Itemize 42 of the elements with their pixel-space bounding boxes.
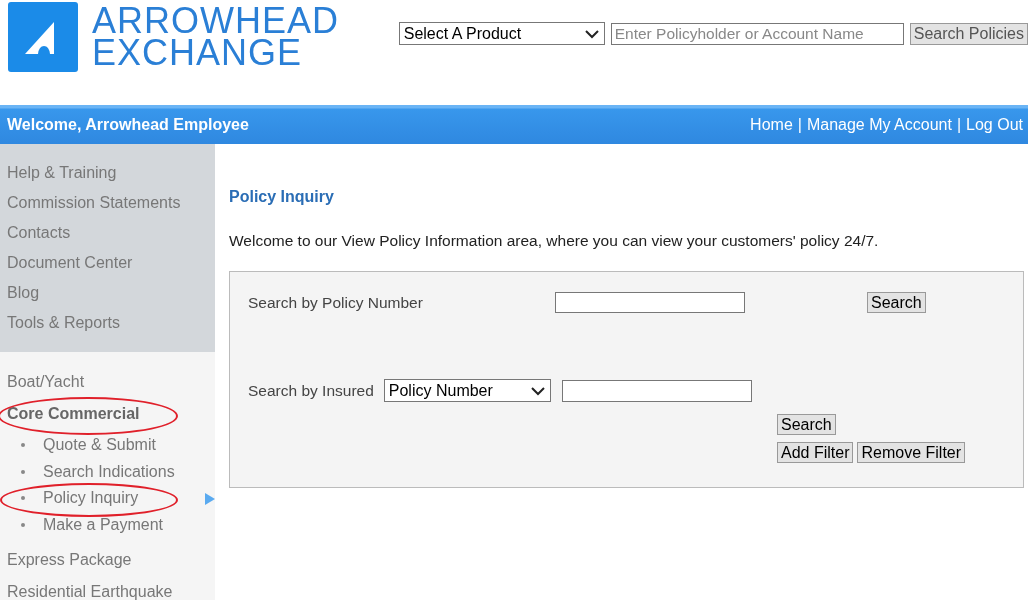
nav-link[interactable]: Home: [750, 115, 793, 134]
product-select[interactable]: Select A Product: [398, 22, 605, 45]
sidebar-link[interactable]: Document Center: [7, 248, 215, 278]
link-separator: |: [956, 115, 962, 134]
policy-number-field[interactable]: [555, 292, 745, 313]
link-separator: |: [797, 115, 802, 134]
intro-text: Welcome to our View Policy Information area, where you can view your customers' policy 24/7.: [229, 232, 880, 250]
sidebar-link[interactable]: Blog: [7, 278, 215, 308]
page-title: Policy Inquiry: [229, 188, 335, 206]
name-search-field[interactable]: Enter Policyholder or Account Name: [610, 22, 904, 45]
add-filter-button[interactable]: Add Filter: [777, 442, 854, 463]
bullet-icon: [21, 469, 25, 474]
insured-filter-select[interactable]: Policy Number: [383, 379, 551, 402]
logo-text: ARROWHEAD: [92, 5, 339, 37]
chevron-down-icon: [529, 385, 546, 396]
product-link[interactable]: Express Package: [7, 551, 132, 569]
nav-link[interactable]: Log Out: [966, 115, 1023, 134]
sidebar-link[interactable]: Contacts: [7, 218, 215, 248]
sub-menu-link[interactable]: Search Indications: [43, 462, 175, 481]
remove-filter-button[interactable]: Remove Filter: [857, 442, 966, 463]
search-button[interactable]: Search: [777, 414, 836, 435]
sub-menu-link[interactable]: Quote & Submit: [43, 436, 156, 455]
product-link[interactable]: Core Commercial: [7, 405, 140, 423]
search-policies-button[interactable]: Search Policies: [909, 22, 1028, 45]
field-label: Search by Policy Number: [248, 293, 424, 312]
logo-text: EXCHANGE: [92, 37, 303, 69]
welcome-text: Welcome, Arrowhead Employee: [7, 115, 249, 134]
nav-link[interactable]: Manage My Account: [806, 115, 952, 134]
sidebar-link[interactable]: Tools & Reports: [7, 308, 215, 338]
chevron-down-icon: [583, 28, 600, 39]
sub-menu-link[interactable]: Policy Inquiry: [43, 489, 139, 508]
insured-search-field[interactable]: [561, 379, 752, 402]
product-link[interactable]: Residential Earthquake: [7, 583, 173, 600]
bullet-icon: [21, 443, 25, 448]
search-button[interactable]: Search: [867, 292, 926, 313]
product-link[interactable]: Boat/Yacht: [7, 373, 85, 391]
sub-menu-link[interactable]: Make a Payment: [43, 515, 164, 534]
bullet-icon: [21, 522, 25, 527]
field-label: Search by Insured: [248, 381, 374, 400]
sidebar-link[interactable]: Commission Statements: [7, 188, 215, 218]
bullet-icon: [21, 496, 25, 501]
sidebar-link[interactable]: Help & Training: [7, 158, 215, 188]
